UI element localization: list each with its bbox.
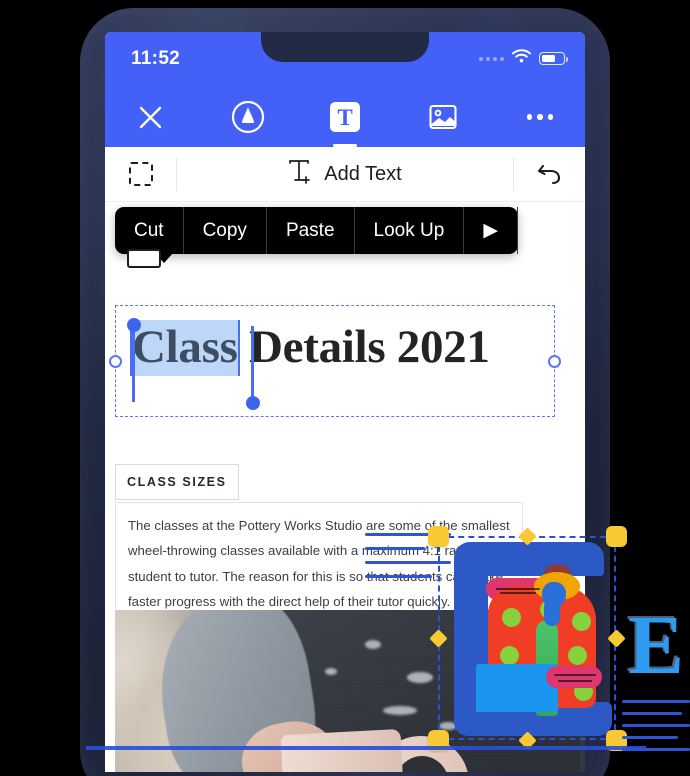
title-text-block[interactable]: Class Details 2021 [109,305,561,417]
battery-icon [539,52,568,65]
selection-handle-start[interactable] [127,318,141,332]
class-sizes-tag[interactable]: CLASS SIZES [115,464,239,500]
selected-text: Class [132,320,238,376]
image-tool-icon[interactable] [422,96,464,138]
text-tool-icon[interactable]: T [324,96,366,138]
selection-caret-end [251,326,254,402]
selection-handle-end[interactable] [246,396,260,410]
add-text-button[interactable]: Add Text [177,159,513,190]
more-options-icon[interactable] [519,96,561,138]
resize-handle-top-left[interactable] [428,526,449,547]
bottom-accent-line [86,746,646,750]
app-toolbar: T [105,87,585,147]
selection-caret-start [132,326,135,402]
undo-icon[interactable] [513,157,585,191]
illustration-selection-group[interactable] [428,520,648,770]
resize-handle-left[interactable] [109,355,122,368]
text-context-menu: Cut Copy Paste Look Up ▶ [115,207,518,268]
context-menu-item-look-up[interactable]: Look Up [355,207,465,254]
context-menu-more-arrow-icon[interactable]: ▶ [464,207,518,254]
context-menu-item-copy[interactable]: Copy [184,207,267,254]
notch [261,32,429,62]
context-menu-item-paste[interactable]: Paste [267,207,355,254]
add-text-bar: Add Text [105,147,585,202]
context-menu-chip [127,249,161,268]
signal-dots-icon [479,56,504,61]
page-title: Class Details 2021 [132,320,544,376]
resize-handle-top-right[interactable] [606,526,627,547]
add-text-label: Add Text [324,162,402,185]
add-text-icon [288,159,312,190]
decorative-letter-e: E [628,599,685,692]
class-sizes-label: CLASS SIZES [127,475,227,489]
close-icon[interactable] [129,96,171,138]
status-indicators [479,49,568,68]
screenshot-stage: 11:52 T Add Text Cut Copy Paste Look Up … [0,0,690,776]
status-time: 11:52 [131,48,181,69]
resize-handle-right[interactable] [548,355,561,368]
status-bar: 11:52 [105,32,585,87]
dashed-selection-icon[interactable] [105,157,177,191]
draw-pen-icon[interactable] [227,96,269,138]
decorative-blue-lines-right [622,700,690,760]
title-remainder: Details 2021 [237,321,490,373]
wifi-icon [512,49,531,68]
illustration-selection-box [438,536,616,740]
context-menu-item-cut[interactable]: Cut [115,207,184,254]
